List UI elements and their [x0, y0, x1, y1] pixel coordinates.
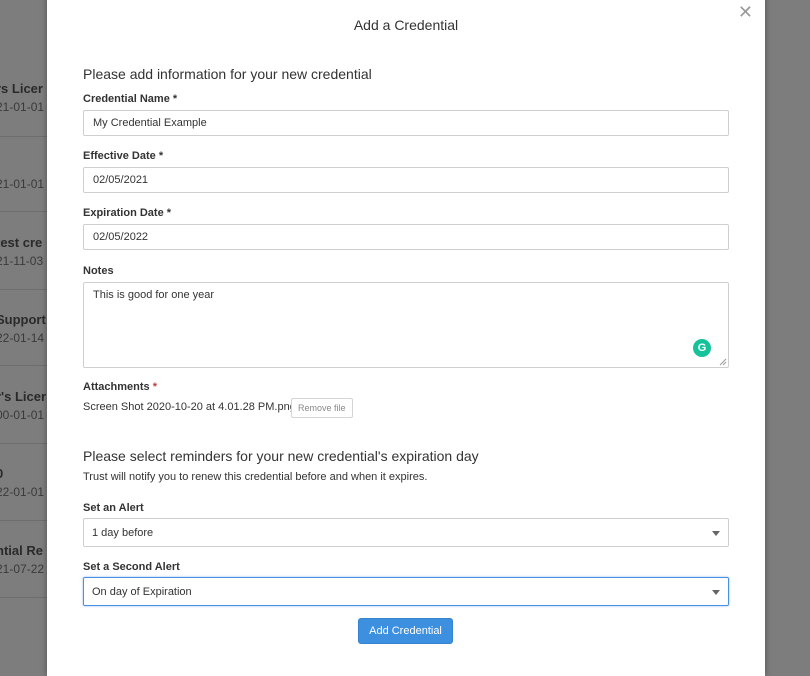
bg-item-title: Support: [0, 312, 46, 327]
expiration-date-label: Expiration Date *: [83, 207, 171, 219]
bg-item-title: rs Licer: [0, 81, 43, 96]
bg-item-title: r's Licer: [0, 389, 47, 404]
caret-down-icon: [712, 531, 720, 536]
resize-grip-icon[interactable]: [719, 358, 727, 366]
add-credential-modal: Add a Credential ✕ Please add informatio…: [47, 0, 765, 676]
bg-item-date: 00-01-01: [0, 408, 45, 422]
effective-date-label: Effective Date *: [83, 150, 163, 162]
add-credential-button[interactable]: Add Credential: [358, 618, 453, 644]
bg-item-title: ntial Re: [0, 543, 43, 558]
reminders-heading: Please select reminders for your new cre…: [83, 448, 479, 464]
close-icon[interactable]: ✕: [738, 3, 753, 21]
attachment-file-name: Screen Shot 2020-10-20 at 4.01.28 PM.png: [83, 401, 296, 413]
credential-name-label-text: Credential Name: [83, 93, 170, 105]
alert-label: Set an Alert: [83, 502, 144, 514]
effective-date-input[interactable]: [83, 167, 729, 193]
modal-title: Add a Credential: [353, 17, 459, 33]
background-overlay-right: [764, 0, 810, 666]
expiration-date-label-text: Expiration Date: [83, 207, 164, 219]
grammarly-icon[interactable]: G: [693, 339, 711, 357]
alert-select[interactable]: 1 day before: [83, 518, 729, 547]
bg-item-title: test cre: [0, 235, 43, 250]
bg-item-date: 22-01-01: [0, 485, 45, 499]
required-marker: *: [158, 150, 164, 162]
effective-date-label-text: Effective Date: [83, 150, 156, 162]
notes-textarea[interactable]: This is good for one year: [83, 282, 729, 368]
bg-item-title: 0: [0, 466, 3, 481]
notes-label: Notes: [83, 265, 114, 277]
bg-item-date: 21-07-22: [0, 562, 45, 576]
bg-item-date: 22-01-14: [0, 331, 45, 345]
second-alert-label: Set a Second Alert: [83, 561, 180, 573]
credential-name-label: Credential Name *: [83, 93, 177, 105]
required-marker: *: [172, 93, 178, 105]
bg-item-date: 21-11-03: [0, 254, 44, 268]
credential-name-input[interactable]: [83, 110, 729, 136]
alert-select-value: 1 day before: [92, 527, 154, 539]
expiration-date-input[interactable]: [83, 224, 729, 250]
required-marker: *: [152, 381, 157, 393]
attachments-label: Attachments *: [83, 381, 157, 393]
required-marker: *: [166, 207, 172, 219]
second-alert-select-value: On day of Expiration: [92, 586, 192, 598]
caret-down-icon: [712, 590, 720, 595]
info-heading: Please add information for your new cred…: [83, 66, 372, 82]
second-alert-select[interactable]: On day of Expiration: [83, 577, 729, 606]
remove-file-button[interactable]: Remove file: [291, 398, 353, 418]
bg-item-date: 21-01-01: [0, 177, 45, 191]
bg-item-date: 21-01-01: [0, 100, 45, 114]
reminders-helper-text: Trust will notify you to renew this cred…: [83, 471, 428, 483]
attachments-label-text: Attachments: [83, 381, 150, 393]
